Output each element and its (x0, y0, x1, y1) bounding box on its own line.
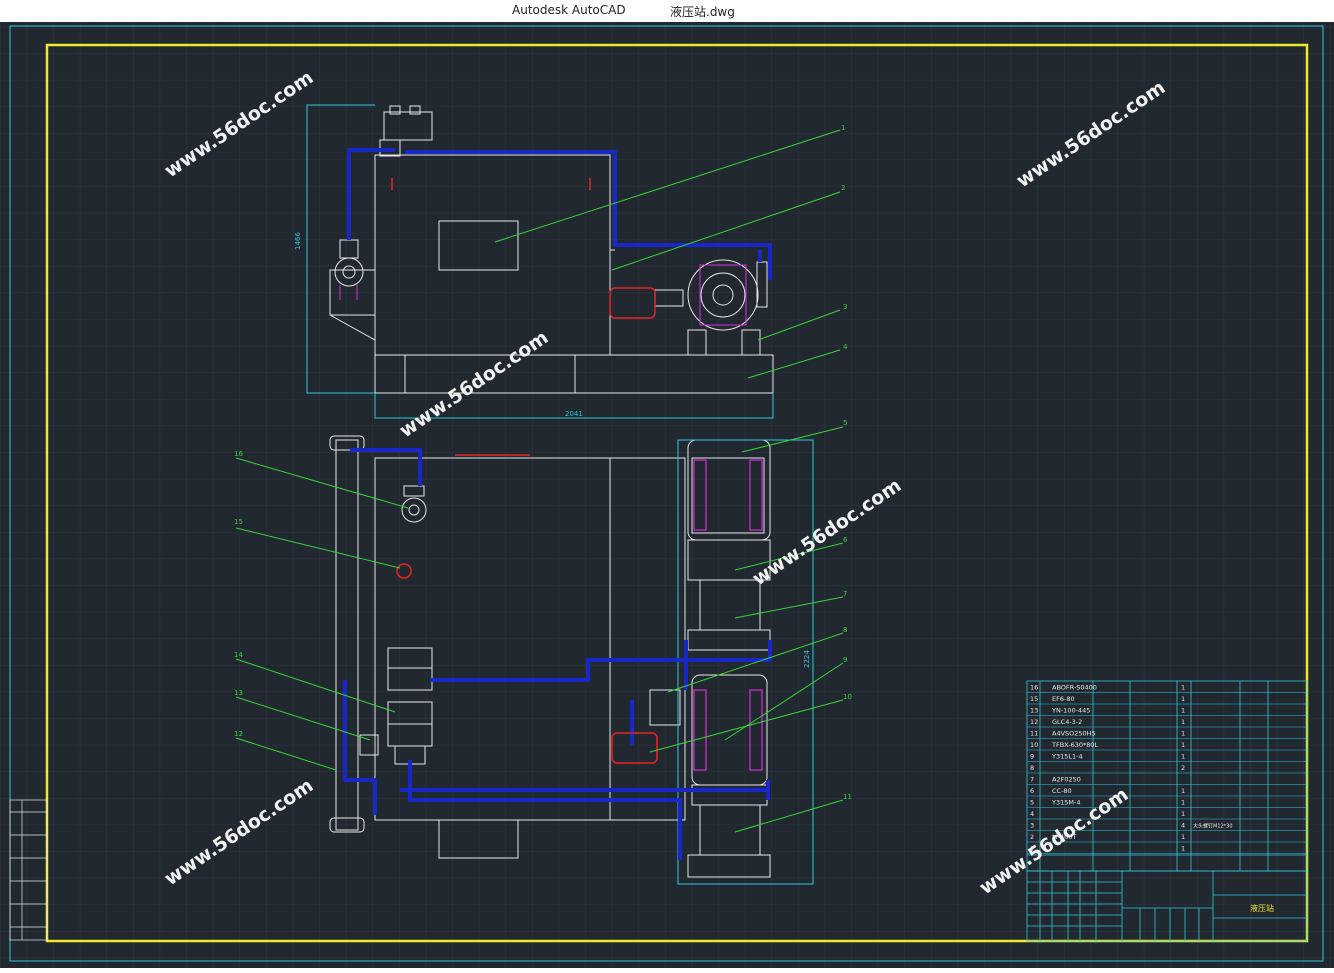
callout-16: 16 (234, 450, 243, 458)
drawing-canvas[interactable]: 1466 2041 2224 1 2 3 4 5 6 7 8 9 10 11 1… (0, 22, 1334, 968)
window-titlebar: Autodesk AutoCAD 液压站.dwg (0, 0, 1334, 22)
callout-3: 3 (843, 303, 847, 311)
parts-row-qty: 4 (1181, 822, 1185, 830)
parts-row-no: 10 (1030, 741, 1038, 749)
callout-13: 13 (234, 689, 243, 697)
dimension-bottom-width: 2041 (565, 410, 583, 418)
parts-row-code: CC-80 (1052, 787, 1072, 795)
parts-row-qty: 1 (1181, 799, 1185, 807)
parts-row-code: A2F0250 (1052, 776, 1081, 784)
callout-5: 5 (843, 419, 847, 427)
parts-row-no: 8 (1030, 764, 1034, 772)
parts-row-qty: 1 (1181, 741, 1185, 749)
parts-row-qty: 1 (1181, 753, 1185, 761)
parts-row-no: 16 (1030, 684, 1038, 692)
callout-7: 7 (843, 590, 847, 598)
parts-row-qty: 1 (1181, 845, 1185, 853)
parts-row-code: ABOFR-S0400 (1052, 684, 1097, 692)
dimension-side-height: 1466 (294, 232, 302, 250)
parts-row-qty: 2 (1181, 764, 1185, 772)
parts-row-no: 6 (1030, 787, 1034, 795)
callout-4: 4 (843, 343, 848, 351)
callout-9: 9 (843, 656, 847, 664)
parts-row-no: 11 (1030, 730, 1038, 738)
callout-12: 12 (234, 730, 243, 738)
parts-row-code: Y315L1-4 (1051, 753, 1083, 761)
parts-row-no: 13 (1030, 707, 1038, 715)
callout-2: 2 (841, 184, 845, 192)
callout-10: 10 (843, 693, 852, 701)
callout-11: 11 (843, 793, 852, 801)
parts-row-code: YN-100-445 (1051, 707, 1090, 715)
drawing-name: 液压站 (1250, 903, 1274, 913)
parts-row-no: 7 (1030, 776, 1034, 784)
parts-row-qty: 1 (1181, 730, 1185, 738)
parts-row-qty: 1 (1181, 707, 1185, 715)
parts-row-no: 2 (1030, 833, 1034, 841)
callout-15: 15 (234, 518, 243, 526)
dimension-right-height: 2224 (803, 650, 811, 668)
drawing-grid (0, 22, 1334, 968)
file-title: 液压站.dwg (670, 5, 735, 19)
parts-row-code: GLC4-3-2 (1052, 718, 1082, 726)
cad-drawing[interactable]: 1466 2041 2224 1 2 3 4 5 6 7 8 9 10 11 1… (0, 22, 1334, 968)
parts-row-no: 4 (1030, 810, 1034, 818)
parts-row-no: 5 (1030, 799, 1034, 807)
parts-row-qty: 1 (1181, 695, 1185, 703)
parts-row-no: 15 (1030, 695, 1038, 703)
parts-row-qty: 1 (1181, 833, 1185, 841)
parts-row-code: Y315M-4 (1051, 799, 1080, 807)
callout-6: 6 (843, 536, 848, 544)
parts-row-code: A4VSO250H5 (1052, 730, 1096, 738)
parts-row-code: TFBX-630*80L (1051, 741, 1099, 749)
parts-row-qty: 1 (1181, 684, 1185, 692)
parts-row-code: EF6-80 (1052, 695, 1075, 703)
callout-8: 8 (843, 626, 847, 634)
parts-row-no: 12 (1030, 718, 1038, 726)
parts-row-qty: 1 (1181, 718, 1185, 726)
parts-row-no: 3 (1030, 822, 1034, 830)
callout-14: 14 (234, 651, 243, 659)
parts-row-no: 9 (1030, 753, 1034, 761)
callout-1: 1 (841, 124, 845, 132)
app-title: Autodesk AutoCAD (512, 3, 626, 17)
parts-row-qty: 1 (1181, 787, 1185, 795)
parts-note: 大头螺钉M12*30 (1193, 823, 1233, 830)
parts-row-qty: 1 (1181, 810, 1185, 818)
